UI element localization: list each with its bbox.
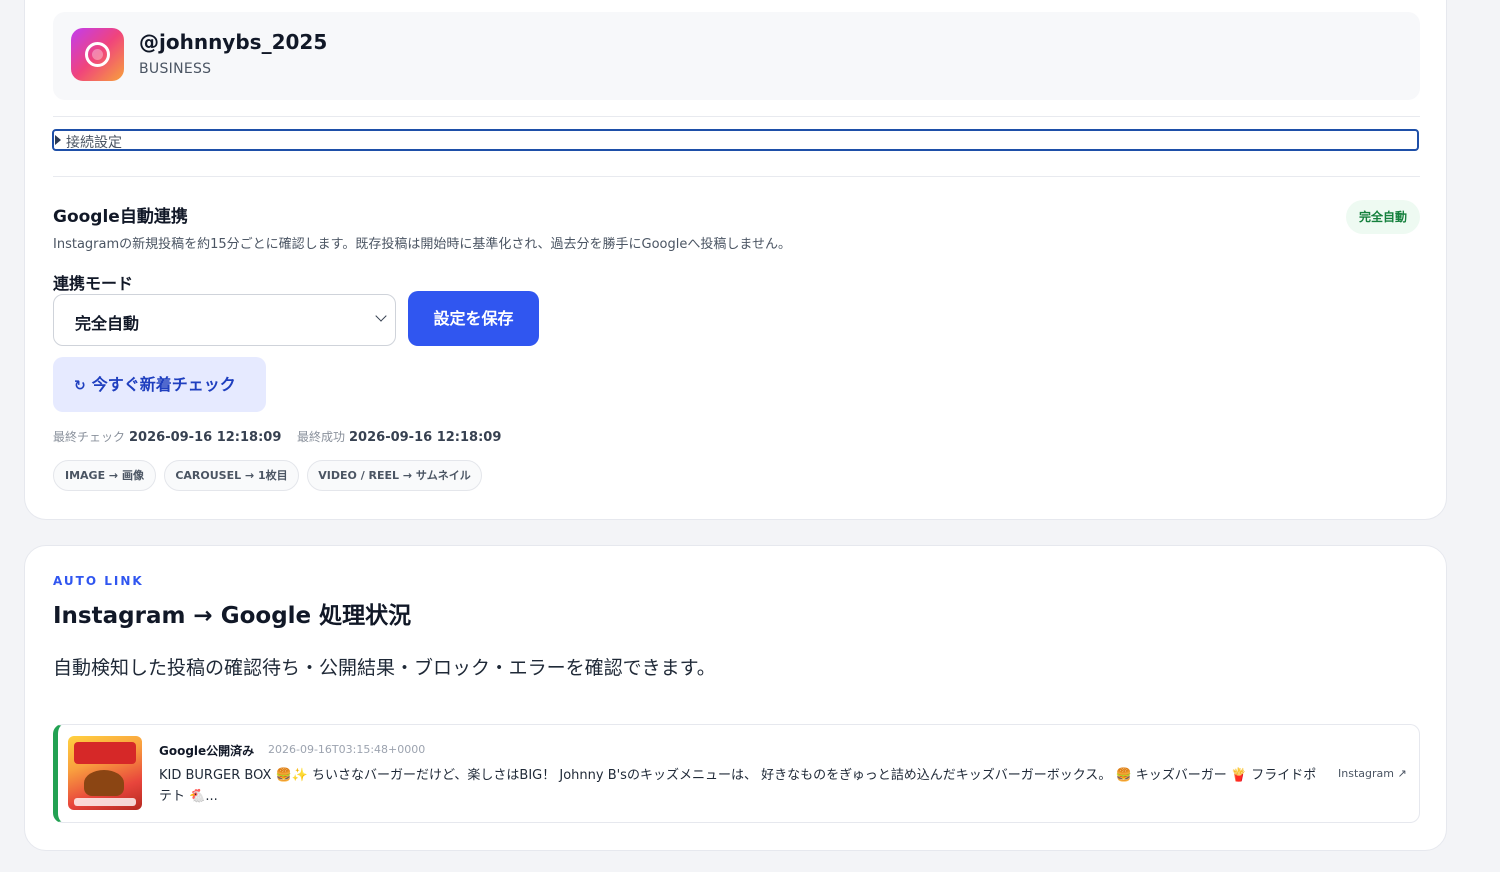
type-chip-video: VIDEO / REEL → サムネイル bbox=[307, 460, 482, 491]
last-success-value: 2026-09-16 12:18:09 bbox=[349, 430, 502, 445]
divider bbox=[53, 116, 1420, 117]
account-handle: @johnnybs_2025 bbox=[139, 30, 328, 54]
account-panel: @johnnybs_2025 BUSINESS bbox=[53, 12, 1420, 100]
instagram-icon bbox=[71, 28, 124, 81]
type-chip-image: IMAGE → 画像 bbox=[53, 460, 156, 491]
item-timestamp: 2026-09-16T03:15:48+0000 bbox=[268, 743, 426, 756]
section-title: Instagram → Google 処理状況 bbox=[53, 603, 412, 629]
item-status: Google公開済み bbox=[159, 744, 255, 758]
check-now-label: 今すぐ新着チェック bbox=[91, 375, 236, 394]
list-item[interactable]: Google公開済み 2026-09-16T03:15:48+0000 KID … bbox=[53, 724, 1420, 823]
type-chip-carousel: CAROUSEL → 1枚目 bbox=[164, 460, 299, 491]
status-badge: 完全自動 bbox=[1346, 200, 1420, 234]
status-card: AUTO LINK Instagram → Google 処理状況 自動検知した… bbox=[24, 545, 1447, 851]
mode-label: 連携モード bbox=[53, 274, 134, 293]
account-type: BUSINESS bbox=[139, 61, 212, 77]
divider bbox=[53, 176, 1420, 177]
item-caption: KID BURGER BOX 🍔✨ ちいさなバーガーだけど、楽しさはBIG！ J… bbox=[159, 768, 1317, 804]
mode-select[interactable]: 完全自動 bbox=[53, 294, 396, 346]
post-thumbnail bbox=[68, 736, 142, 810]
last-check-value: 2026-09-16 12:18:09 bbox=[129, 430, 282, 445]
save-settings-button[interactable]: 設定を保存 bbox=[408, 291, 539, 346]
last-check: 最終チェック 2026-09-16 12:18:09 bbox=[53, 428, 281, 445]
check-now-button[interactable]: ↻ 今すぐ新着チェック bbox=[53, 357, 266, 412]
mode-select-value: 完全自動 bbox=[75, 314, 140, 333]
triangle-right-icon bbox=[55, 135, 61, 145]
google-sync-description: Instagramの新規投稿を約15分ごとに確認します。既存投稿は開始時に基準化… bbox=[53, 237, 791, 252]
refresh-icon: ↻ bbox=[74, 378, 86, 394]
last-check-label: 最終チェック bbox=[53, 430, 126, 444]
instagram-link[interactable]: Instagram ↗ bbox=[1338, 767, 1407, 780]
connection-settings-label: 接続設定 bbox=[66, 135, 122, 151]
section-lead: 自動検知した投稿の確認待ち・公開結果・ブロック・エラーを確認できます。 bbox=[53, 657, 716, 679]
chevron-down-icon bbox=[375, 310, 387, 322]
connection-settings-toggle[interactable]: 接続設定 bbox=[52, 129, 1419, 151]
section-eyebrow: AUTO LINK bbox=[53, 574, 144, 588]
google-settings-card: @johnnybs_2025 BUSINESS 接続設定 Google自動連携 … bbox=[24, 0, 1447, 520]
google-sync-title: Google自動連携 bbox=[53, 207, 188, 227]
last-success-label: 最終成功 bbox=[297, 430, 346, 444]
last-success: 最終成功 2026-09-16 12:18:09 bbox=[297, 428, 501, 445]
